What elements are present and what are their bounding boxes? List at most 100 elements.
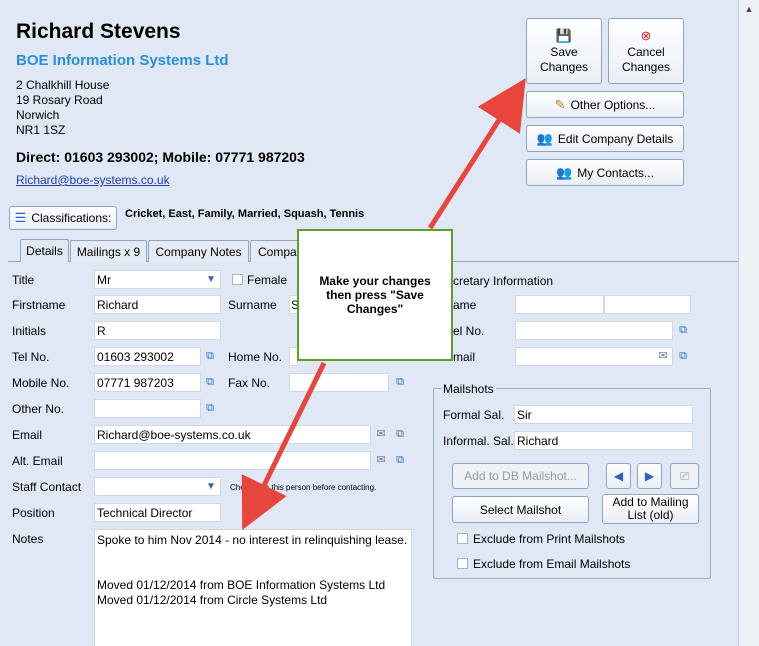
exclude-email-checkbox[interactable] (457, 558, 468, 569)
address-line-1: 2 Chalkhill House (16, 78, 110, 92)
envelope-icon[interactable]: ✉ (374, 427, 388, 441)
title-select[interactable]: Mr (94, 270, 221, 289)
firstname-label: Firstname (12, 298, 66, 312)
arrow-left-icon[interactable]: ◀ (606, 463, 631, 489)
edit-company-label: Edit Company Details (557, 131, 674, 146)
edit-company-details-button[interactable]: 👥 Edit Company Details (526, 125, 684, 152)
address-line-2: 19 Rosary Road (16, 93, 103, 107)
email-link[interactable]: Richard@boe-systems.co.uk (16, 173, 170, 187)
tab-mailings[interactable]: Mailings x 9 (70, 240, 147, 262)
staff-contact-select[interactable] (94, 477, 221, 496)
add-to-list-line-2: List (old) (627, 508, 674, 522)
copy-icon[interactable]: ⧉ (393, 427, 407, 441)
secretary-last-input[interactable] (604, 295, 691, 314)
save-changes-button[interactable]: 💾 Save Changes (526, 18, 602, 84)
chevron-down-icon[interactable]: ▼ (203, 271, 219, 288)
tab-details[interactable]: Details (20, 239, 69, 262)
secretary-first-input[interactable] (515, 295, 604, 314)
select-mailshot-button[interactable]: Select Mailshot (452, 496, 589, 523)
save-label-line-1: Save (550, 44, 578, 59)
secretary-tel-input[interactable] (515, 321, 673, 340)
mobile-label: Mobile No. (12, 376, 70, 390)
red-x-icon: ⊗ (640, 27, 652, 43)
envelope-icon[interactable]: ✉ (374, 453, 388, 467)
female-label: Female (247, 273, 288, 287)
list-icon: ☰ (14, 210, 27, 225)
my-contacts-button[interactable]: 👥 My Contacts... (526, 159, 684, 186)
secretary-name-label: ame (453, 298, 477, 312)
other-options-button[interactable]: ✎ Other Options... (526, 91, 684, 118)
mobile-input[interactable]: 07771 987203 (94, 373, 201, 392)
initials-label: Initials (12, 324, 47, 338)
copy-icon[interactable]: ⧉ (393, 375, 407, 389)
copy-icon[interactable]: ⧉ (393, 453, 407, 467)
surname-label: Surname (228, 298, 277, 312)
classifications-label: Classifications: (31, 211, 112, 225)
secretary-email-label: mail (453, 350, 476, 364)
pencil-icon: ✎ (554, 96, 566, 112)
copy-icon[interactable]: ⧉ (203, 349, 217, 363)
envelope-icon[interactable]: ✉ (656, 349, 670, 363)
save-label-line-2: Changes (539, 59, 589, 74)
formal-sal-input[interactable]: Sir (514, 405, 693, 424)
tel-input[interactable]: 01603 293002 (94, 347, 201, 366)
exclude-email-label: Exclude from Email Mailshots (473, 557, 631, 571)
copy-icon[interactable]: ⧉ (676, 349, 690, 363)
cancel-label-line-1: Cancel (627, 44, 665, 59)
arrow-to-save (427, 78, 526, 230)
people-icon: 👥 (536, 130, 553, 146)
staff-contact-label: Staff Contact (12, 480, 82, 494)
email-input[interactable]: Richard@boe-systems.co.uk (94, 425, 371, 444)
scroll-up-icon[interactable]: ▲ (739, 0, 759, 18)
floppy-disk-icon: 💾 (555, 27, 573, 43)
chevron-down-icon[interactable]: ▼ (203, 478, 219, 495)
alt-email-input[interactable] (94, 451, 371, 470)
home-no-label: Home No. (228, 350, 283, 364)
address-line-4: NR1 1SZ (16, 123, 66, 137)
my-contacts-label: My Contacts... (577, 165, 654, 180)
cancel-changes-button[interactable]: ⊗ Cancel Changes (608, 18, 684, 84)
exclude-print-label: Exclude from Print Mailshots (473, 532, 626, 546)
cancel-label-line-2: Changes (621, 59, 671, 74)
fax-input[interactable] (289, 373, 389, 392)
company-name[interactable]: BOE Information Systems Ltd (16, 52, 229, 69)
address-line-3: Norwich (16, 108, 60, 122)
other-no-label: Other No. (12, 402, 65, 416)
female-checkbox[interactable] (232, 274, 243, 285)
secretary-header: cretary Information (453, 274, 554, 288)
notes-label: Notes (12, 532, 44, 546)
email-label: Email (12, 428, 43, 442)
phone-summary: Direct: 01603 293002; Mobile: 07771 9872… (16, 149, 305, 165)
add-to-db-mailshot-button[interactable]: Add to DB Mailshot... (452, 463, 589, 489)
other-no-input[interactable] (94, 399, 201, 418)
firstname-input[interactable]: Richard (94, 295, 221, 314)
informal-sal-label: Informal. Sal. (443, 434, 514, 448)
formal-sal-label: Formal Sal. (443, 408, 505, 422)
notes-textarea[interactable]: Spoke to him Nov 2014 - no interest in r… (94, 529, 412, 646)
classification-tags: Cricket, East, Family, Married, Squash, … (125, 208, 365, 220)
contacts-icon: 👥 (556, 164, 573, 180)
tel-label: Tel No. (12, 350, 50, 364)
tab-company-notes[interactable]: Company Notes (148, 240, 249, 262)
mailshots-title: Mailshots (441, 382, 496, 396)
secretary-email-input[interactable] (515, 347, 673, 366)
classifications-button[interactable]: ☰ Classifications: (9, 206, 117, 230)
clear-icon[interactable]: ⎚ (670, 463, 699, 489)
add-to-mailing-list-button[interactable]: Add to Mailing List (old) (602, 494, 699, 524)
title-label: Title (12, 273, 35, 287)
copy-icon[interactable]: ⧉ (203, 375, 217, 389)
arrow-right-icon[interactable]: ▶ (637, 463, 662, 489)
position-input[interactable]: Technical Director (94, 503, 221, 522)
vertical-scrollbar[interactable]: ▲ (738, 0, 759, 646)
copy-icon[interactable]: ⧉ (203, 401, 217, 415)
exclude-print-checkbox[interactable] (457, 533, 468, 544)
initials-input[interactable]: R (94, 321, 221, 340)
contact-name: Richard Stevens (16, 20, 181, 43)
callout-text: Make your changes then press "Save Chang… (319, 274, 431, 316)
other-options-label: Other Options... (570, 97, 656, 112)
instruction-callout: Make your changes then press "Save Chang… (297, 229, 453, 361)
fax-label: Fax No. (228, 376, 271, 390)
copy-icon[interactable]: ⧉ (676, 323, 690, 337)
informal-sal-input[interactable]: Richard (514, 431, 693, 450)
position-label: Position (12, 506, 55, 520)
